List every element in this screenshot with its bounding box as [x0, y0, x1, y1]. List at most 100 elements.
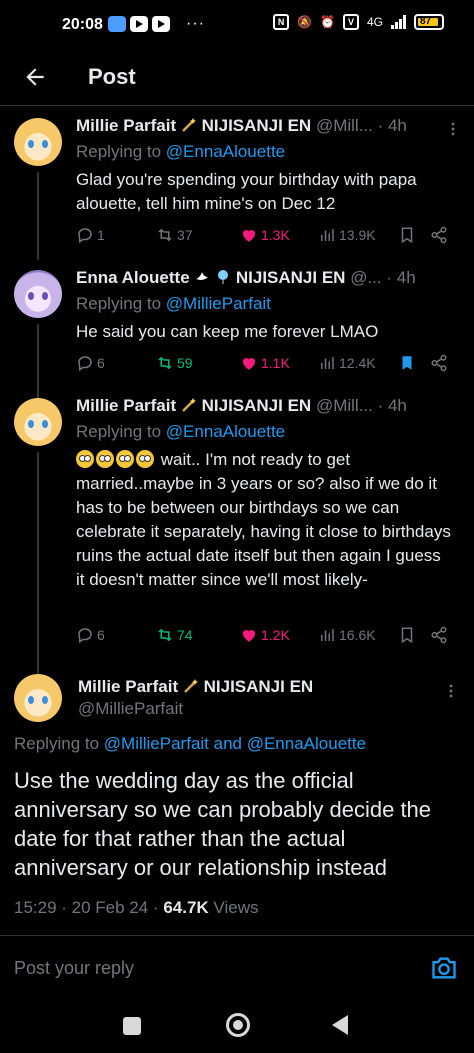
bookmark-button[interactable] — [398, 226, 416, 244]
display-name[interactable]: Millie Parfait — [76, 396, 176, 415]
tweet-text: Glad you're spending your birthday with … — [76, 170, 417, 213]
reply-button[interactable]: 6 — [76, 354, 105, 372]
tweet-actions: 1 37 1.3K 13.9K — [76, 226, 454, 248]
balloon-icon — [218, 270, 229, 284]
reply-count: 1 — [97, 227, 105, 243]
avatar[interactable] — [14, 118, 62, 166]
tweet-actions: 6 74 1.2K 16.6K — [76, 626, 454, 648]
reply-icon — [78, 356, 92, 372]
view-count: 64.7K — [163, 898, 209, 917]
share-button[interactable] — [430, 226, 448, 244]
thread-line — [37, 452, 39, 676]
org-name: NIJISANJI EN — [201, 396, 312, 415]
avatar[interactable] — [14, 674, 62, 722]
reply-icon — [78, 228, 92, 244]
bookmark-button[interactable] — [398, 354, 416, 372]
replying-to: Replying to @EnnaAlouette — [76, 422, 285, 442]
more-notifications-icon: ··· — [186, 15, 205, 32]
replying-to: Replying to @MillieParfait — [76, 294, 271, 314]
view-count: 16.6K — [339, 627, 376, 643]
replying-to-link[interactable]: @MillieParfait and @EnnaAlouette — [104, 734, 366, 753]
replying-to-link[interactable]: @MillieParfait — [166, 294, 271, 313]
repost-button[interactable]: 59 — [156, 354, 193, 372]
main-post-text: Use the wedding day as the official anni… — [14, 768, 432, 880]
bookmark-icon — [401, 627, 413, 644]
share-button[interactable] — [430, 626, 448, 644]
home-button[interactable] — [226, 1013, 250, 1037]
like-button[interactable]: 1.2K — [240, 626, 290, 644]
repost-icon — [158, 228, 172, 242]
tweet-header: Millie Parfait NIJISANJI EN @Mill... · 4… — [76, 396, 460, 418]
reply-tweet[interactable]: Enna Alouette NIJISANJI EN @... · 4h Rep… — [0, 268, 474, 400]
handle[interactable]: @Mill... — [316, 116, 373, 135]
views-button[interactable]: 12.4K — [318, 354, 376, 372]
tweet-actions: 6 59 1.1K 12.4K — [76, 354, 454, 376]
back-arrow-icon[interactable] — [22, 64, 48, 90]
system-icons: N 🔕 ⏰ V 4G 87 — [273, 14, 444, 30]
replying-prefix: Replying to — [76, 142, 166, 161]
camera-icon[interactable] — [430, 954, 458, 982]
handle[interactable]: @MillieParfait — [78, 699, 183, 719]
share-icon — [431, 626, 447, 644]
share-icon — [431, 354, 447, 372]
repost-button[interactable]: 74 — [156, 626, 193, 644]
repost-icon — [158, 628, 172, 642]
analytics-icon — [321, 357, 334, 369]
notification-icons: ··· — [108, 15, 205, 33]
back-button[interactable] — [332, 1015, 348, 1035]
replying-prefix: Replying to — [14, 734, 104, 753]
reply-button[interactable]: 6 — [76, 626, 105, 644]
views-button[interactable]: 16.6K — [318, 626, 376, 644]
share-button[interactable] — [430, 354, 448, 372]
like-button[interactable]: 1.3K — [240, 226, 290, 244]
reply-tweet[interactable]: Millie Parfait NIJISANJI EN @Mill... · 4… — [0, 396, 474, 676]
signal-icon — [391, 15, 406, 29]
avatar[interactable] — [14, 398, 62, 446]
thread-line — [37, 172, 39, 260]
page-title: Post — [88, 64, 136, 89]
like-count: 1.1K — [261, 355, 290, 371]
display-name[interactable]: Millie Parfait — [78, 677, 178, 696]
tweet-header: Millie Parfait NIJISANJI EN @Mill... · 4… — [76, 116, 460, 138]
reply-button[interactable]: 1 — [76, 226, 105, 244]
reply-composer[interactable]: Post your reply — [0, 935, 474, 1001]
views-button[interactable]: 13.9K — [318, 226, 376, 244]
views-label: Views — [208, 898, 259, 917]
post-meta: 15:29 · 20 Feb 24 · 64.7K Views — [14, 898, 258, 918]
youtube-icon — [152, 16, 170, 32]
reply-tweet[interactable]: Millie Parfait NIJISANJI EN @Mill... · 4… — [0, 116, 474, 260]
repost-button[interactable]: 37 — [156, 226, 193, 244]
app-notification-icon — [108, 16, 126, 32]
org-name: NIJISANJI EN — [203, 677, 314, 696]
display-name[interactable]: Enna Alouette — [76, 268, 190, 287]
magic-wand-icon — [181, 398, 196, 412]
heart-filled-icon — [242, 629, 256, 642]
more-options-icon[interactable] — [444, 684, 458, 698]
battery-level: 87 — [420, 16, 432, 27]
view-count: 12.4K — [339, 355, 376, 371]
share-icon — [431, 226, 447, 244]
replying-to-link[interactable]: @EnnaAlouette — [166, 422, 285, 441]
magic-wand-icon — [181, 118, 196, 132]
like-count: 1.2K — [261, 627, 290, 643]
tweet-text: wait.. I'm not ready to get married..may… — [76, 450, 451, 589]
replying-to: Replying to @MillieParfait and @EnnaAlou… — [14, 734, 366, 754]
analytics-icon — [321, 229, 334, 241]
handle[interactable]: @Mill... — [316, 396, 373, 415]
view-count: 13.9K — [339, 227, 376, 243]
reply-input[interactable]: Post your reply — [14, 958, 134, 979]
status-bar: 20:08 ··· N 🔕 ⏰ V 4G 87 — [0, 0, 474, 52]
status-time: 20:08 — [62, 16, 103, 33]
bookmark-button[interactable] — [398, 626, 416, 644]
heart-filled-icon — [242, 357, 256, 370]
main-post: Millie Parfait NIJISANJI EN @MillieParfa… — [0, 672, 474, 932]
recents-button[interactable] — [123, 1017, 141, 1035]
replying-to-link[interactable]: @EnnaAlouette — [166, 142, 285, 161]
analytics-icon — [321, 629, 334, 641]
reply-icon — [78, 628, 92, 644]
handle[interactable]: @... — [350, 268, 381, 287]
more-options-icon[interactable] — [446, 122, 460, 136]
like-button[interactable]: 1.1K — [240, 354, 290, 372]
avatar[interactable] — [14, 270, 62, 318]
display-name[interactable]: Millie Parfait — [76, 116, 176, 135]
